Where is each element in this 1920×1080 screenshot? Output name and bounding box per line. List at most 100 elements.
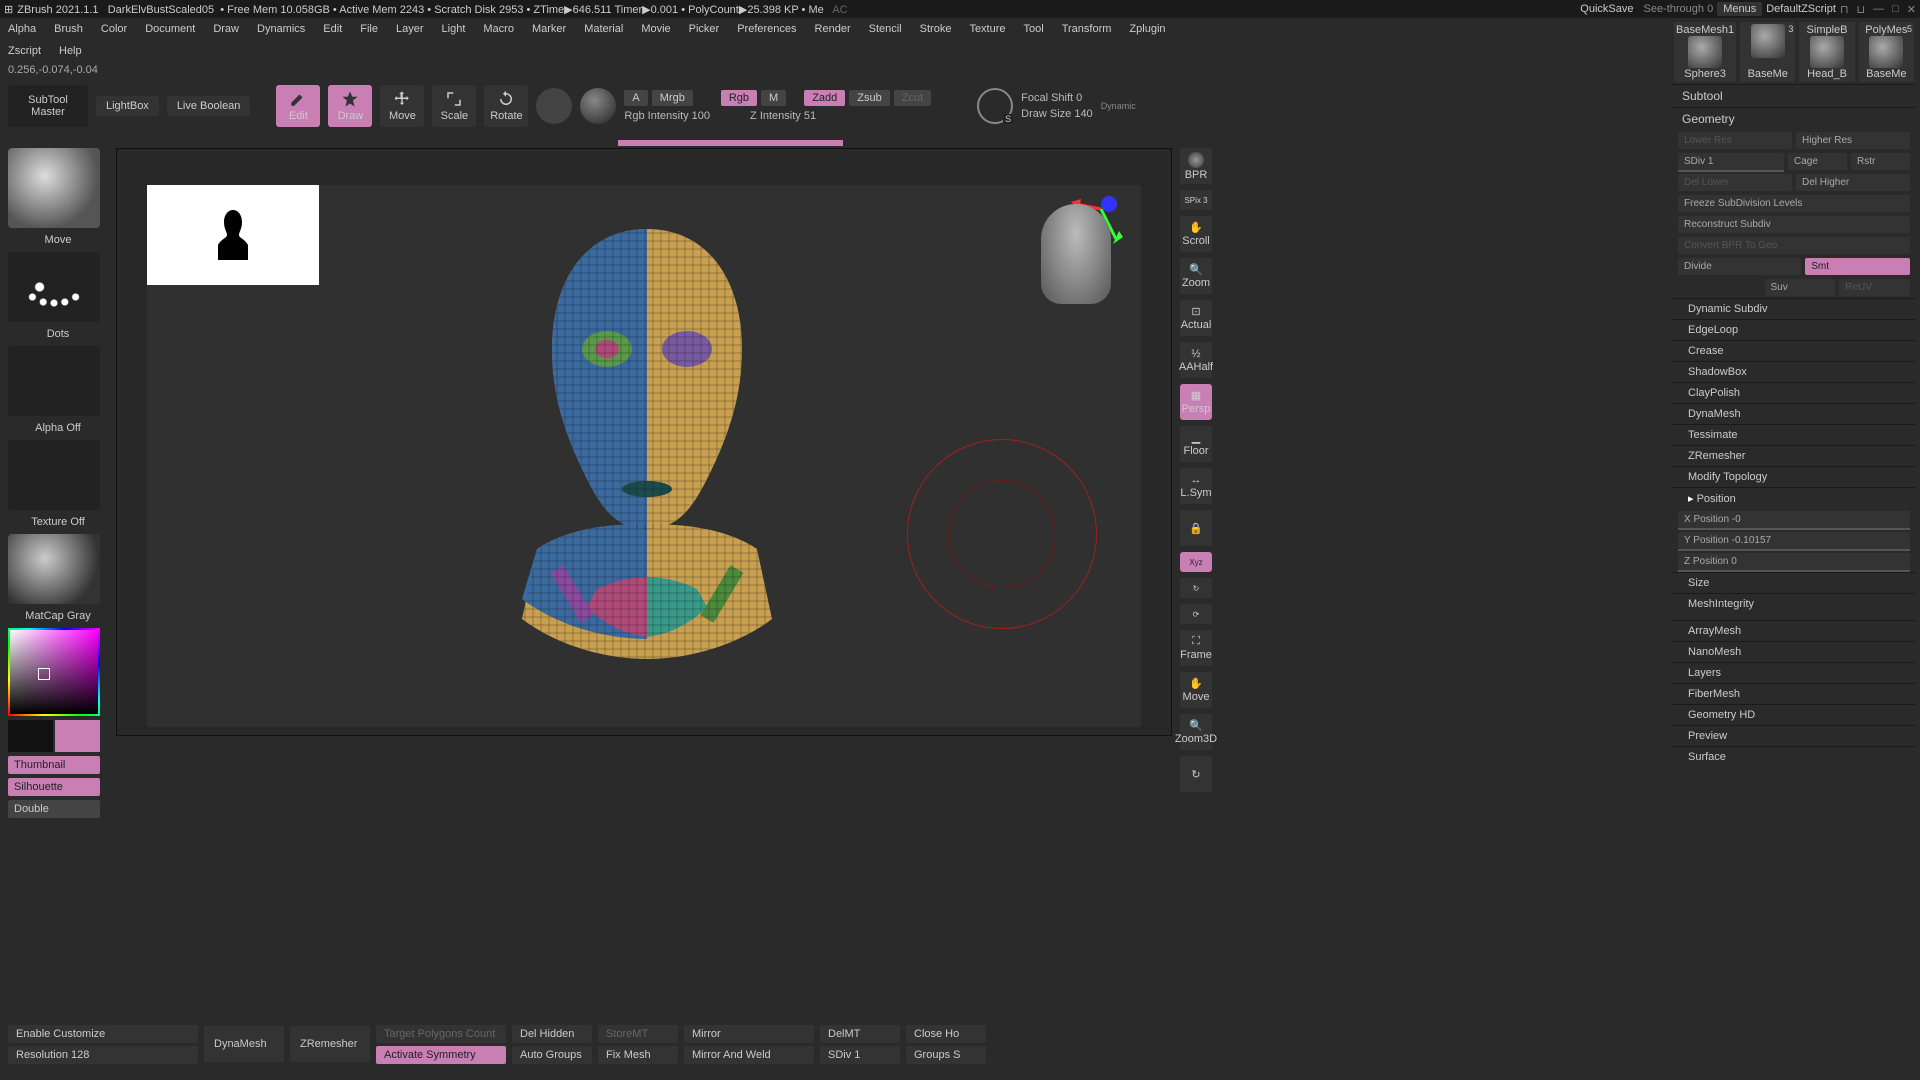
x-position-slider[interactable]: X Position -0 bbox=[1678, 511, 1910, 528]
del-higher-button[interactable]: Del Higher bbox=[1796, 174, 1910, 191]
z-intensity-slider[interactable]: Z Intensity 51 bbox=[750, 110, 816, 122]
dock2-icon[interactable]: ⊔ bbox=[1857, 3, 1866, 16]
persp-button[interactable]: ▦Persp bbox=[1180, 384, 1212, 420]
del-lower-button[interactable]: Del Lower bbox=[1678, 174, 1792, 191]
rot-y-button[interactable]: ↻ bbox=[1180, 578, 1212, 598]
target-polygons-button[interactable]: Target Polygons Count bbox=[376, 1025, 506, 1043]
meshintegrity-header[interactable]: MeshIntegrity bbox=[1672, 593, 1916, 614]
close-icon[interactable]: ✕ bbox=[1907, 3, 1916, 16]
mirror-button[interactable]: Mirror bbox=[684, 1025, 814, 1043]
menus-toggle[interactable]: Menus bbox=[1717, 2, 1762, 16]
nanomesh-header[interactable]: NanoMesh bbox=[1672, 641, 1916, 662]
size-header[interactable]: Size bbox=[1672, 572, 1916, 593]
menu-draw[interactable]: Draw bbox=[213, 23, 239, 35]
draw-size-slider[interactable]: Draw Size 140 bbox=[1021, 108, 1093, 120]
fix-mesh-button[interactable]: Fix Mesh bbox=[598, 1046, 678, 1064]
bpr-button[interactable]: BPR bbox=[1180, 148, 1212, 184]
menu-document[interactable]: Document bbox=[145, 23, 195, 35]
menu-zscript[interactable]: Zscript bbox=[8, 45, 41, 57]
zremesher-shelf-button[interactable]: ZRemesher bbox=[290, 1026, 370, 1062]
menu-tool[interactable]: Tool bbox=[1024, 23, 1044, 35]
sculptris-button[interactable] bbox=[580, 88, 616, 124]
dynamic-subdiv-header[interactable]: Dynamic Subdiv bbox=[1672, 298, 1916, 319]
zsub-button[interactable]: Zsub bbox=[849, 90, 889, 106]
texture-preview[interactable] bbox=[8, 440, 100, 510]
draw-mode-button[interactable]: Draw bbox=[328, 85, 372, 127]
lock-button[interactable]: 🔒 bbox=[1180, 510, 1212, 546]
spix-slider[interactable]: SPix 3 bbox=[1180, 190, 1212, 210]
zremesher-header[interactable]: ZRemesher bbox=[1672, 445, 1916, 466]
menu-material[interactable]: Material bbox=[584, 23, 623, 35]
frame-button[interactable]: ⛶Frame bbox=[1180, 630, 1212, 666]
quicksave-button[interactable]: QuickSave bbox=[1574, 3, 1639, 15]
reconstruct-button[interactable]: Reconstruct Subdiv bbox=[1678, 216, 1910, 233]
del-hidden-button[interactable]: Del Hidden bbox=[512, 1025, 592, 1043]
position-header[interactable]: ▸ Position bbox=[1672, 487, 1916, 509]
groups-split-button[interactable]: Groups S bbox=[906, 1046, 986, 1064]
freeze-subdiv-button[interactable]: Freeze SubDivision Levels bbox=[1678, 195, 1910, 212]
swatch-primary[interactable] bbox=[55, 720, 100, 752]
fibermesh-header[interactable]: FiberMesh bbox=[1672, 683, 1916, 704]
tool-slot-4[interactable]: PolyMes5BaseMe bbox=[1859, 22, 1914, 82]
z-position-slider[interactable]: Z Position 0 bbox=[1678, 553, 1910, 570]
live-boolean-button[interactable]: Live Boolean bbox=[167, 96, 251, 116]
brush-size-icon[interactable]: S bbox=[977, 88, 1013, 124]
menu-stencil[interactable]: Stencil bbox=[869, 23, 902, 35]
modify-topology-header[interactable]: Modify Topology bbox=[1672, 466, 1916, 487]
higher-res-button[interactable]: Higher Res bbox=[1796, 132, 1910, 149]
suv-button[interactable]: Suv bbox=[1765, 279, 1836, 296]
resolution-slider[interactable]: Resolution 128 bbox=[8, 1046, 198, 1064]
surface-header[interactable]: Surface bbox=[1672, 746, 1916, 767]
focal-shift-slider[interactable]: Focal Shift 0 bbox=[1021, 92, 1093, 104]
brush-preview[interactable] bbox=[8, 148, 100, 228]
menu-macro[interactable]: Macro bbox=[483, 23, 514, 35]
intensity-bar[interactable] bbox=[618, 140, 843, 146]
default-zscript[interactable]: DefaultZScript bbox=[1766, 3, 1836, 15]
lightbox-button[interactable]: LightBox bbox=[96, 96, 159, 116]
smt-button[interactable]: Smt bbox=[1805, 258, 1910, 275]
actual-button[interactable]: ⊡Actual bbox=[1180, 300, 1212, 336]
close-holes-button[interactable]: Close Ho bbox=[906, 1025, 986, 1043]
cage-button[interactable]: Cage bbox=[1788, 153, 1847, 170]
rotate3d-button[interactable]: ↻ bbox=[1180, 756, 1212, 792]
layers-header[interactable]: Layers bbox=[1672, 662, 1916, 683]
viewport[interactable] bbox=[116, 148, 1172, 736]
preview-header[interactable]: Preview bbox=[1672, 725, 1916, 746]
menu-file[interactable]: File bbox=[360, 23, 378, 35]
zcut-button[interactable]: Zcut bbox=[894, 90, 931, 106]
double-toggle[interactable]: Double bbox=[8, 800, 100, 818]
xyz-button[interactable]: Xyz bbox=[1180, 552, 1212, 572]
menu-stroke[interactable]: Stroke bbox=[920, 23, 952, 35]
menu-brush[interactable]: Brush bbox=[54, 23, 83, 35]
rgb-intensity-slider[interactable]: Rgb Intensity 100 bbox=[624, 110, 710, 122]
shadowbox-header[interactable]: ShadowBox bbox=[1672, 361, 1916, 382]
menu-help[interactable]: Help bbox=[59, 45, 82, 57]
menu-alpha[interactable]: Alpha bbox=[8, 23, 36, 35]
zoom-button[interactable]: 🔍Zoom bbox=[1180, 258, 1212, 294]
activate-symmetry-button[interactable]: Activate Symmetry bbox=[376, 1046, 506, 1064]
geometry-header[interactable]: Geometry bbox=[1672, 107, 1916, 130]
edit-mode-button[interactable]: Edit bbox=[276, 85, 320, 127]
geometry-hd-header[interactable]: Geometry HD bbox=[1672, 704, 1916, 725]
rotate-mode-button[interactable]: Rotate bbox=[484, 85, 528, 127]
mrgb-button[interactable]: Mrgb bbox=[652, 90, 693, 106]
m-button[interactable]: M bbox=[761, 90, 786, 106]
material-preview[interactable] bbox=[8, 534, 100, 604]
alpha-preview[interactable] bbox=[8, 346, 100, 416]
lower-res-button[interactable]: Lower Res bbox=[1678, 132, 1792, 149]
dynamesh-header[interactable]: DynaMesh bbox=[1672, 403, 1916, 424]
convert-bpr-button[interactable]: Convert BPR To Geo bbox=[1678, 237, 1910, 254]
tool-slot-1[interactable]: BaseMesh1Sphere3 bbox=[1674, 22, 1736, 82]
a-button[interactable]: A bbox=[624, 90, 647, 106]
menu-transform[interactable]: Transform bbox=[1062, 23, 1112, 35]
rot-z-button[interactable]: ⟳ bbox=[1180, 604, 1212, 624]
minimize-icon[interactable]: — bbox=[1873, 3, 1884, 16]
menu-color[interactable]: Color bbox=[101, 23, 127, 35]
tool-slot-2[interactable]: 3BaseMe bbox=[1740, 22, 1795, 82]
menu-preferences[interactable]: Preferences bbox=[737, 23, 796, 35]
tessimate-header[interactable]: Tessimate bbox=[1672, 424, 1916, 445]
lsym-button[interactable]: ↔L.Sym bbox=[1180, 468, 1212, 504]
mirror-and-weld-button[interactable]: Mirror And Weld bbox=[684, 1046, 814, 1064]
dock-icon[interactable]: ⊓ bbox=[1840, 3, 1849, 16]
delmt-button[interactable]: DelMT bbox=[820, 1025, 900, 1043]
